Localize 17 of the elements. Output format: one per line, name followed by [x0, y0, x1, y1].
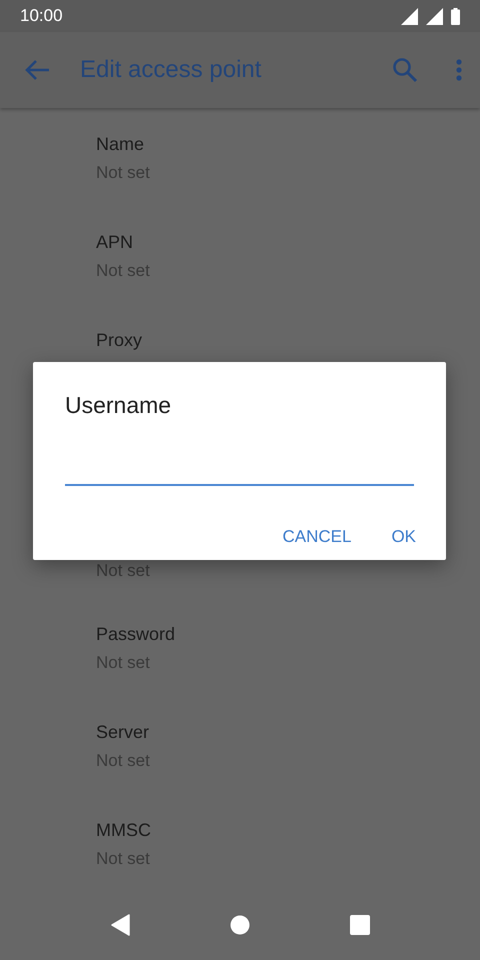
- setting-title[interactable]: MMSC: [96, 818, 151, 842]
- home-icon[interactable]: [230, 915, 250, 935]
- setting-title[interactable]: Server: [96, 720, 150, 744]
- dialog-button[interactable]: OK: [377, 518, 430, 556]
- back-icon[interactable]: [110, 914, 130, 936]
- setting-title[interactable]: Password: [96, 622, 176, 646]
- battery-icon: [451, 8, 460, 24]
- recents-icon[interactable]: [350, 915, 370, 935]
- setting-title[interactable]: Name: [96, 132, 144, 156]
- status-time: 10:00: [20, 5, 63, 28]
- dialog-title: Username: [65, 391, 172, 420]
- signal-icon: [426, 8, 443, 24]
- dialog-button[interactable]: CANCEL: [268, 518, 366, 556]
- signal-icon: [401, 8, 418, 24]
- setting-title[interactable]: Proxy: [96, 328, 142, 352]
- setting-title[interactable]: APN: [96, 230, 134, 254]
- screen-title: Edit access point: [80, 55, 262, 85]
